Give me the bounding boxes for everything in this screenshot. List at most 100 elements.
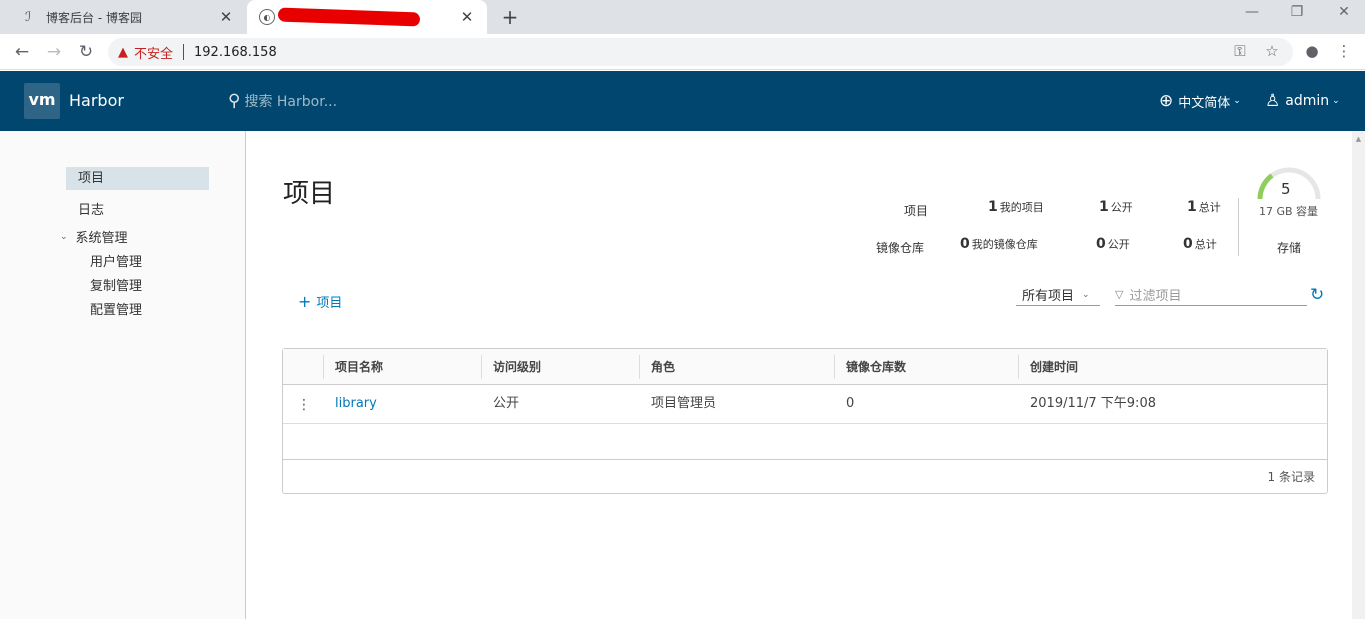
- stat-public-projects: 1 公开: [1099, 199, 1133, 215]
- sidebar-item-logs[interactable]: 日志: [78, 199, 104, 218]
- search-icon: ⚲: [228, 91, 241, 111]
- stat-my-repos: 0 我的镜像仓库: [960, 236, 1038, 252]
- warning-icon: ▲: [118, 44, 128, 60]
- column-header-name[interactable]: 项目名称: [323, 349, 481, 385]
- role-cell: 项目管理员: [651, 396, 717, 411]
- stat-public-repos: 0 公开: [1096, 236, 1130, 252]
- stat-label: 公开: [1110, 201, 1133, 214]
- globe-icon: ⊕: [1159, 91, 1174, 111]
- column-header-role[interactable]: 角色: [639, 349, 834, 385]
- sidebar-group-label: 系统管理: [75, 231, 128, 246]
- column-header-created[interactable]: 创建时间: [1018, 349, 1318, 385]
- stat-label: 总计: [1198, 201, 1221, 214]
- security-label: 不安全: [134, 46, 174, 62]
- column-header-access[interactable]: 访问级别: [481, 349, 639, 385]
- projects-table: 项目名称 访问级别 角色 镜像仓库数 创建时间 ⋮ library 公开 项目管…: [282, 348, 1328, 494]
- column-header-repo-count[interactable]: 镜像仓库数: [834, 349, 1018, 385]
- stat-value: 0: [960, 236, 970, 252]
- chevron-down-icon: ⌄: [1082, 289, 1090, 300]
- refresh-icon[interactable]: ↻: [1310, 285, 1324, 305]
- new-tab-button[interactable]: +: [498, 5, 522, 29]
- chevron-down-icon: ⌄: [1332, 96, 1340, 106]
- add-project-button[interactable]: + 项目: [298, 292, 342, 311]
- reload-icon[interactable]: ↻: [75, 41, 97, 63]
- omnibox[interactable]: ▲ 不安全 192.168.158: [108, 38, 1293, 66]
- scroll-up-icon[interactable]: ▲: [1352, 135, 1365, 143]
- project-filter-input[interactable]: ▽ 过滤项目: [1115, 284, 1307, 306]
- stat-label: 公开: [1107, 238, 1130, 251]
- plus-icon: +: [298, 292, 312, 311]
- user-menu[interactable]: ♙ admin ⌄: [1265, 91, 1340, 111]
- star-icon[interactable]: ☆: [1262, 42, 1282, 60]
- profile-icon[interactable]: ●: [1302, 42, 1322, 60]
- language-label: 中文简体: [1178, 95, 1231, 111]
- repo-count-cell: 0: [846, 396, 855, 411]
- vmware-logo[interactable]: vm: [24, 83, 60, 119]
- restore-icon[interactable]: ❐: [1287, 4, 1307, 20]
- project-filter-select[interactable]: 所有项目 ⌄: [1016, 284, 1100, 306]
- stat-label: 总计: [1194, 238, 1217, 251]
- stats-divider: [1238, 198, 1239, 256]
- cnblogs-icon: ℐ: [24, 9, 32, 25]
- app-header: vm Harbor ⚲ 搜索 Harbor... ⊕ 中文简体 ⌄ ♙ admi…: [0, 71, 1365, 131]
- stat-my-projects: 1 我的项目: [988, 199, 1044, 215]
- tab-label: 博客后台 - 博客园: [46, 10, 142, 25]
- sidebar-item-user-management[interactable]: 用户管理: [90, 251, 142, 270]
- sidebar-group-system-admin[interactable]: ⌄ 系统管理: [60, 227, 128, 246]
- stat-value: 1: [1099, 199, 1109, 215]
- scrollbar[interactable]: ▲: [1352, 131, 1365, 619]
- filter-placeholder: 过滤项目: [1129, 289, 1182, 304]
- gauge-fill: [1257, 173, 1274, 200]
- stat-value: 1: [1187, 199, 1197, 215]
- key-icon[interactable]: ⚿: [1230, 42, 1250, 60]
- stat-value: 0: [1096, 236, 1106, 252]
- stats-projects-label: 项目: [904, 204, 929, 218]
- back-icon[interactable]: ←: [11, 41, 33, 63]
- stats-repos-label: 镜像仓库: [876, 241, 925, 255]
- menu-icon[interactable]: ⋮: [1334, 42, 1354, 60]
- address-bar: ← → ↻ ▲ 不安全 192.168.158 ⚿ ☆ ● ⋮: [0, 34, 1365, 70]
- browser-tab-cnblogs[interactable]: ℐ 博客后台 - 博客园 ✕: [8, 0, 246, 34]
- global-search[interactable]: ⚲ 搜索 Harbor...: [228, 91, 337, 111]
- chevron-down-icon: ⌄: [60, 231, 68, 242]
- stat-label: 我的镜像仓库: [971, 238, 1038, 251]
- page-title: 项目: [283, 179, 336, 209]
- table-header: 项目名称 访问级别 角色 镜像仓库数 创建时间: [283, 349, 1327, 385]
- sidebar-item-replication[interactable]: 复制管理: [90, 275, 142, 294]
- stat-value: 1: [988, 199, 998, 215]
- close-icon[interactable]: ✕: [459, 8, 475, 26]
- user-name: admin: [1285, 93, 1330, 109]
- stat-total-repos: 0 总计: [1183, 236, 1217, 252]
- record-count: 1 条记录: [1267, 470, 1315, 484]
- table-row[interactable]: ⋮ library 公开 项目管理员 0 2019/11/7 下午9:08: [283, 386, 1327, 424]
- stat-total-projects: 1 总计: [1187, 199, 1221, 215]
- search-placeholder: 搜索 Harbor...: [244, 94, 338, 110]
- created-time-cell: 2019/11/7 下午9:08: [1030, 396, 1156, 411]
- sidebar-item-projects[interactable]: 项目: [66, 167, 209, 190]
- stat-label: 我的项目: [999, 201, 1044, 214]
- browser-tab-bar: ℐ 博客后台 - 博客园 ✕ ◐ Harbor ✕ + — ❐ ✕: [0, 0, 1365, 34]
- filter-icon: ▽: [1115, 288, 1124, 301]
- close-icon[interactable]: ✕: [218, 8, 234, 26]
- forward-icon[interactable]: →: [43, 41, 65, 63]
- window-close-icon[interactable]: ✕: [1334, 4, 1354, 20]
- url-text[interactable]: 192.168.158: [194, 45, 277, 60]
- storage-capacity: 17 GB 容量: [1259, 205, 1319, 218]
- access-level-cell: 公开: [493, 396, 520, 411]
- filter-select-value: 所有项目: [1022, 289, 1075, 304]
- sidebar-item-configuration[interactable]: 配置管理: [90, 299, 142, 318]
- minimize-icon[interactable]: —: [1242, 4, 1262, 20]
- table-footer: 1 条记录: [283, 459, 1327, 493]
- sidebar: 项目 日志 ⌄ 系统管理 用户管理 复制管理 配置管理: [0, 131, 246, 619]
- stat-value: 0: [1183, 236, 1193, 252]
- storage-label: 存储: [1277, 241, 1302, 255]
- omnibox-divider: [183, 44, 185, 60]
- brand-name[interactable]: Harbor: [69, 91, 124, 110]
- row-actions-icon[interactable]: ⋮: [297, 386, 311, 424]
- project-name-link[interactable]: library: [323, 386, 377, 424]
- user-icon: ♙: [1265, 91, 1281, 111]
- storage-count: 5: [1281, 180, 1291, 198]
- language-selector[interactable]: ⊕ 中文简体 ⌄: [1159, 91, 1241, 111]
- harbor-icon: ◐: [259, 9, 275, 25]
- chevron-down-icon: ⌄: [1233, 96, 1241, 106]
